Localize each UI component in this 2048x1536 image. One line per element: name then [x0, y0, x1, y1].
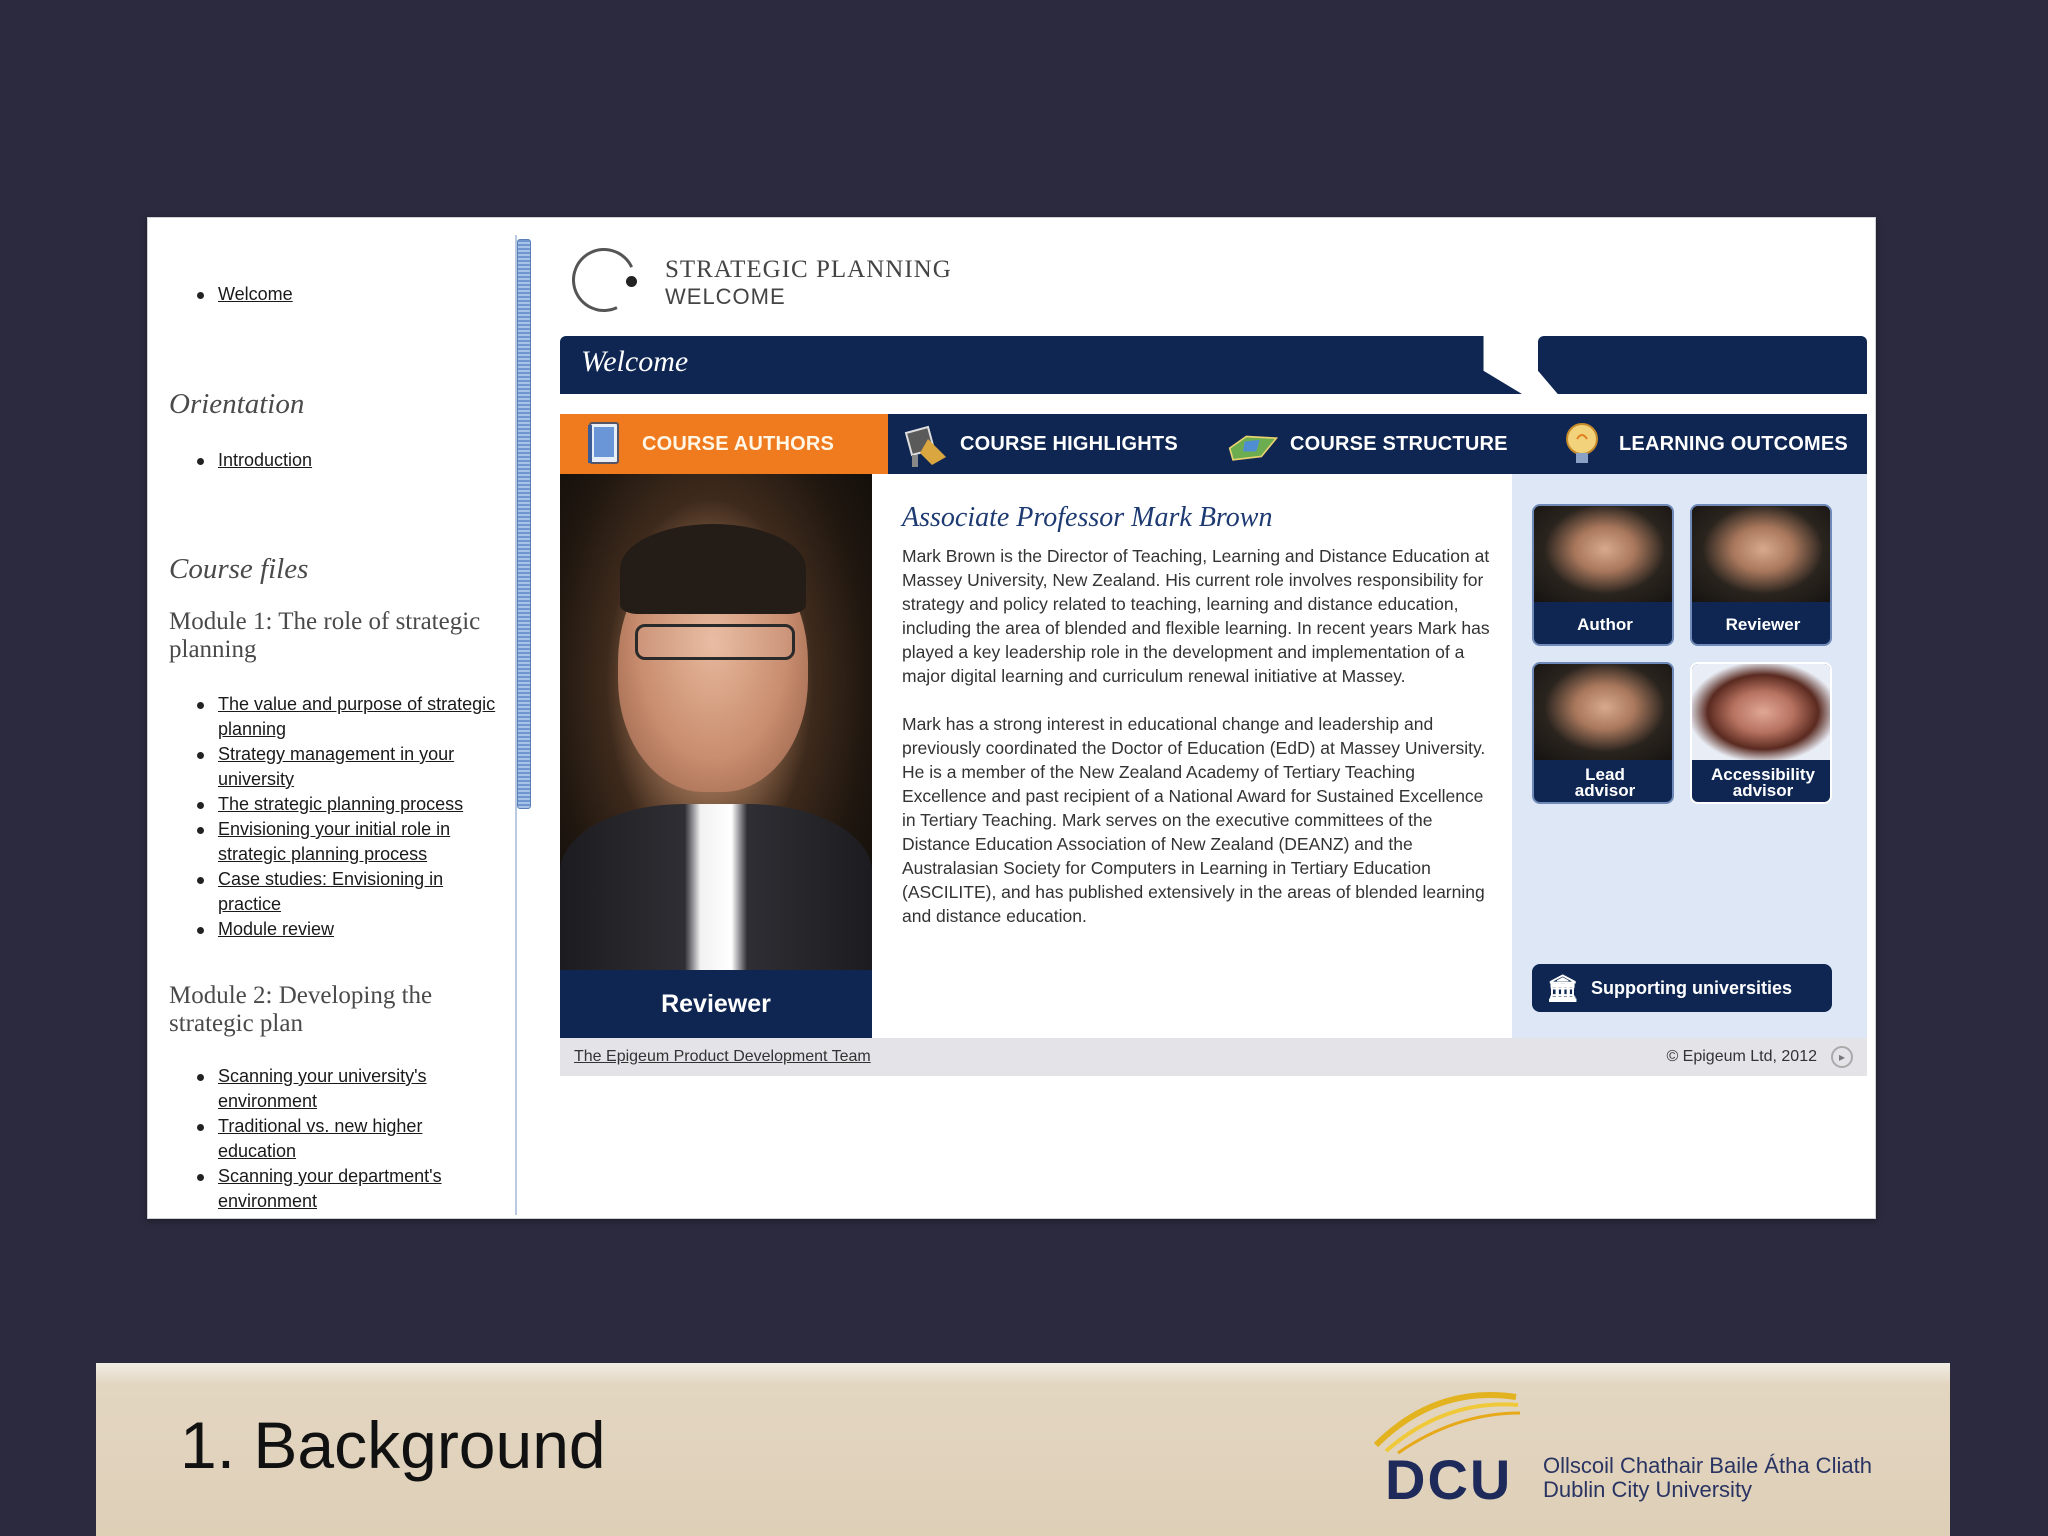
bio-name: Associate Professor Mark Brown — [902, 502, 1273, 533]
bio-paragraph-1: Mark Brown is the Director of Teaching, … — [902, 546, 1490, 686]
tab-learning-outcomes[interactable]: LEARNING OUTCOMES — [1553, 414, 1867, 474]
person-label: Author — [1577, 615, 1633, 634]
dcu-english-name: Dublin City University — [1543, 1477, 1753, 1502]
spotlight-icon — [904, 425, 946, 467]
nav-link-m2-1[interactable]: Scanning your university's environment — [197, 1064, 504, 1114]
person-card-accessibility-advisor[interactable]: Accessibility advisor — [1690, 662, 1832, 804]
person-card-author[interactable]: Author — [1532, 504, 1674, 646]
bio-panel: Associate Professor Mark Brown Mark Brow… — [872, 474, 1512, 1038]
supporting-universities-button[interactable]: 🏛 Supporting universities — [1532, 964, 1832, 1012]
course-tabs: COURSE AUTHORS COURSE HIGHLIGHTS COURSE … — [560, 414, 1867, 474]
course-logo-dot — [626, 276, 637, 287]
person-card-reviewer[interactable]: Reviewer — [1690, 504, 1832, 646]
nav-link-m1-4[interactable]: Envisioning your initial role in strateg… — [197, 817, 504, 867]
person-card-lead-advisor[interactable]: Lead advisor — [1532, 662, 1674, 804]
tab-learning-outcomes-label: LEARNING OUTCOMES — [1619, 432, 1848, 455]
bio-paragraph-2: Mark has a strong interest in educationa… — [902, 714, 1486, 926]
lightbulb-icon — [1566, 423, 1598, 463]
nav-link-m1-5[interactable]: Case studies: Envisioning in practice — [197, 867, 504, 917]
left-navigation: Welcome Orientation Introduction Course … — [148, 218, 522, 1218]
book-icon — [588, 422, 619, 464]
module1-heading: Module 1: The role of strategic planning — [169, 608, 481, 663]
tab-course-highlights-label: COURSE HIGHLIGHTS — [960, 432, 1178, 455]
accessibility-advisor-thumbnail — [1692, 664, 1830, 760]
author-thumbnail — [1534, 506, 1672, 602]
nav-link-m1-6[interactable]: Module review — [197, 917, 504, 942]
tab-course-authors[interactable]: COURSE AUTHORS — [560, 414, 888, 474]
person-label: Lead advisor — [1574, 765, 1636, 800]
footer-team-link[interactable]: The Epigeum Product Development Team — [574, 1048, 871, 1066]
course-footer: The Epigeum Product Development Team © E… — [560, 1038, 1867, 1076]
nav-link-m1-3[interactable]: The strategic planning process — [197, 792, 504, 817]
welcome-bar-right — [1538, 336, 1867, 394]
course-title: STRATEGIC PLANNING — [665, 256, 952, 283]
lead-advisor-thumbnail — [1534, 664, 1672, 760]
module2-heading: Module 2: Developing the strategic plan — [169, 982, 433, 1037]
slide-title: 1. Background — [180, 1408, 606, 1482]
course-files-heading: Course files — [169, 553, 309, 585]
nav-link-welcome[interactable]: Welcome — [197, 282, 293, 307]
welcome-bar-title: Welcome — [581, 345, 689, 378]
screenshot-frame: Welcome Orientation Introduction Course … — [147, 217, 1876, 1219]
slide-title-band: 1. Background DCU Ollscoil Chathair Bail… — [96, 1363, 1950, 1536]
dcu-swoosh-icon — [1373, 1392, 1521, 1455]
dcu-irish-name: Ollscoil Chathair Baile Átha Cliath — [1543, 1453, 1872, 1478]
module2-list: Scanning your university's environment T… — [197, 1064, 504, 1214]
nav-link-m1-2[interactable]: Strategy management in your university — [197, 742, 504, 792]
tab-course-structure-label: COURSE STRUCTURE — [1290, 432, 1508, 455]
reviewer-photo — [560, 474, 872, 970]
bank-icon: 🏛 — [1546, 972, 1580, 1003]
map-icon — [1228, 435, 1278, 461]
course-subtitle: WELCOME — [665, 284, 786, 309]
tab-content-area: Reviewer Associate Professor Mark Brown … — [560, 474, 1867, 1038]
person-label: Accessibility advisor — [1711, 765, 1815, 800]
next-arrow-icon[interactable]: ▸ — [1831, 1046, 1853, 1068]
nav-link-m2-2[interactable]: Traditional vs. new higher education — [197, 1114, 504, 1164]
person-label: Reviewer — [1725, 615, 1801, 634]
nav-link-introduction[interactable]: Introduction — [196, 448, 312, 473]
tab-course-authors-label: COURSE AUTHORS — [642, 432, 835, 455]
course-window: STRATEGIC PLANNING WELCOME Welcome COURS… — [548, 218, 1875, 1218]
people-panel: Author Reviewer Lead advisor Accessibili… — [1512, 474, 1867, 1038]
orientation-heading: Orientation — [169, 388, 305, 420]
tab-course-structure[interactable]: COURSE STRUCTURE — [1218, 414, 1553, 474]
footer-copyright: © Epigeum Ltd, 2012 — [1666, 1048, 1817, 1065]
supporting-universities-label: Supporting universities — [1591, 977, 1793, 998]
welcome-bar — [560, 336, 1522, 394]
orientation-list: Introduction — [196, 448, 312, 473]
tab-course-highlights[interactable]: COURSE HIGHLIGHTS — [888, 414, 1218, 474]
nav-link-m2-3[interactable]: Scanning your department's environment — [197, 1164, 504, 1214]
reviewer-thumbnail — [1692, 506, 1830, 602]
dcu-logo-text: DCU — [1385, 1448, 1513, 1511]
module1-list: The value and purpose of strategic plann… — [197, 692, 504, 942]
photo-role-label: Reviewer — [560, 970, 872, 1038]
welcome-list: Welcome — [197, 282, 293, 307]
nav-scrollbar-thumb[interactable] — [517, 239, 531, 809]
footer-right: © Epigeum Ltd, 2012 ▸ — [1666, 1046, 1853, 1068]
nav-link-m1-1[interactable]: The value and purpose of strategic plann… — [197, 692, 504, 742]
